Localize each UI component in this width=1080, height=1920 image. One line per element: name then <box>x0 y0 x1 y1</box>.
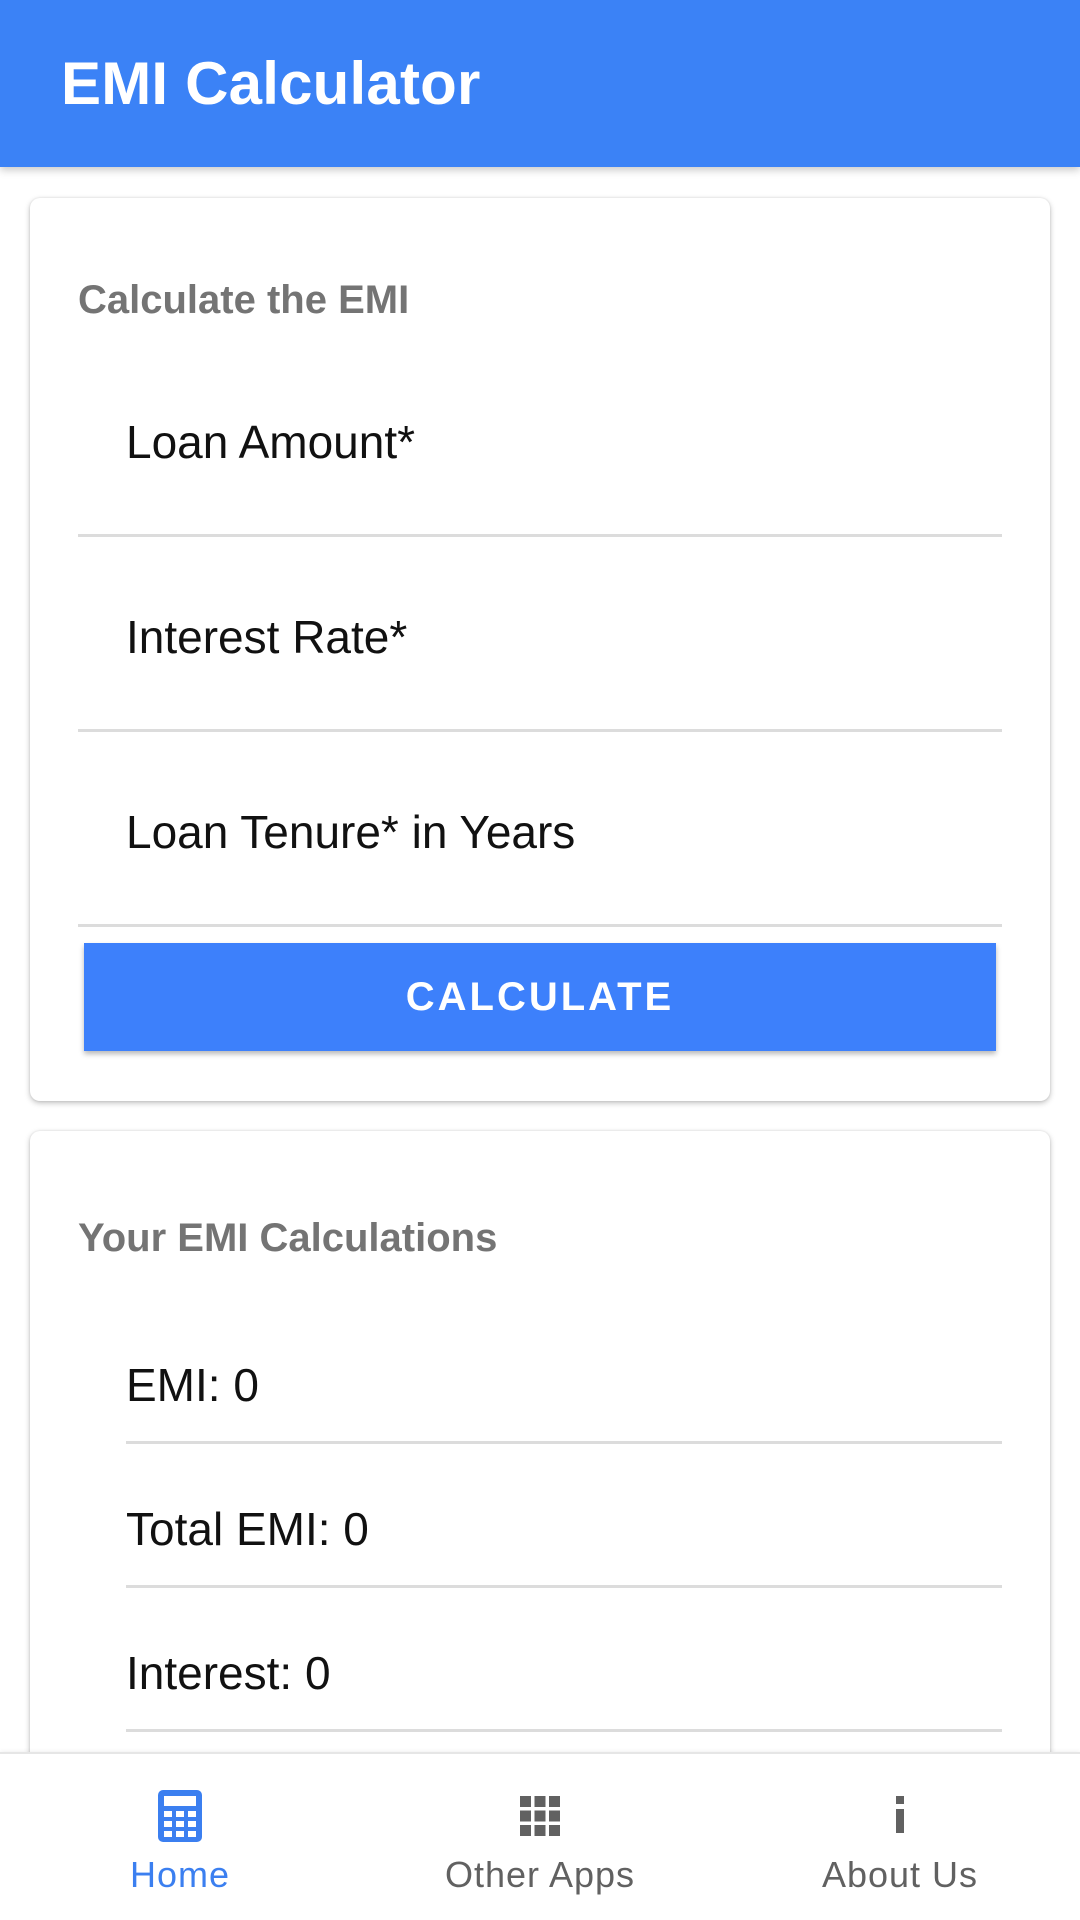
nav-label-other-apps: Other Apps <box>444 1854 636 1895</box>
emi-result-row: EMI: 0 <box>126 1300 1002 1444</box>
loan-amount-field[interactable]: Loan Amount* <box>78 352 1002 537</box>
loan-tenure-label: Loan Tenure* in Years <box>126 806 576 858</box>
interest-result-row: Interest: 0 <box>126 1588 1002 1732</box>
calculate-button[interactable]: CALCULATE <box>84 943 996 1051</box>
nav-item-other-apps[interactable]: Other Apps <box>360 1754 720 1920</box>
app-title: EMI Calculator <box>61 50 481 117</box>
apps-grid-icon <box>520 1796 560 1836</box>
total-emi-result-text: Total EMI: 0 <box>126 1503 369 1555</box>
emi-result-text: EMI: 0 <box>126 1359 259 1411</box>
nav-item-home[interactable]: Home <box>0 1754 360 1920</box>
nav-label-home: Home <box>129 1854 231 1895</box>
calculator-icon <box>158 1790 202 1842</box>
app-bar: EMI Calculator <box>0 0 1080 167</box>
nav-label-about-us: About Us <box>821 1854 979 1895</box>
results-card-title: Your EMI Calculations <box>78 1216 498 1260</box>
results-card: Your EMI Calculations EMI: 0 Total EMI: … <box>30 1131 1050 1752</box>
interest-rate-label: Interest Rate* <box>126 611 408 663</box>
app-root: EMI Calculator Calculate the EMI Loan Am… <box>0 0 1080 1920</box>
nav-item-about-us[interactable]: About Us <box>720 1754 1080 1920</box>
total-emi-result-row: Total EMI: 0 <box>126 1444 1002 1588</box>
interest-rate-field[interactable]: Interest Rate* <box>78 547 1002 732</box>
calculate-card: Calculate the EMI Loan Amount* Interest … <box>30 198 1050 1101</box>
interest-result-text: Interest: 0 <box>126 1647 331 1699</box>
bottom-navigation: Home Other Apps About Us <box>0 1752 1080 1920</box>
main-content[interactable]: Calculate the EMI Loan Amount* Interest … <box>0 167 1080 1752</box>
info-icon <box>896 1796 904 1833</box>
result-row-partial <box>126 1732 1002 1752</box>
loan-tenure-field[interactable]: Loan Tenure* in Years <box>78 742 1002 927</box>
loan-amount-label: Loan Amount* <box>126 416 416 468</box>
calculate-card-title: Calculate the EMI <box>78 278 410 322</box>
